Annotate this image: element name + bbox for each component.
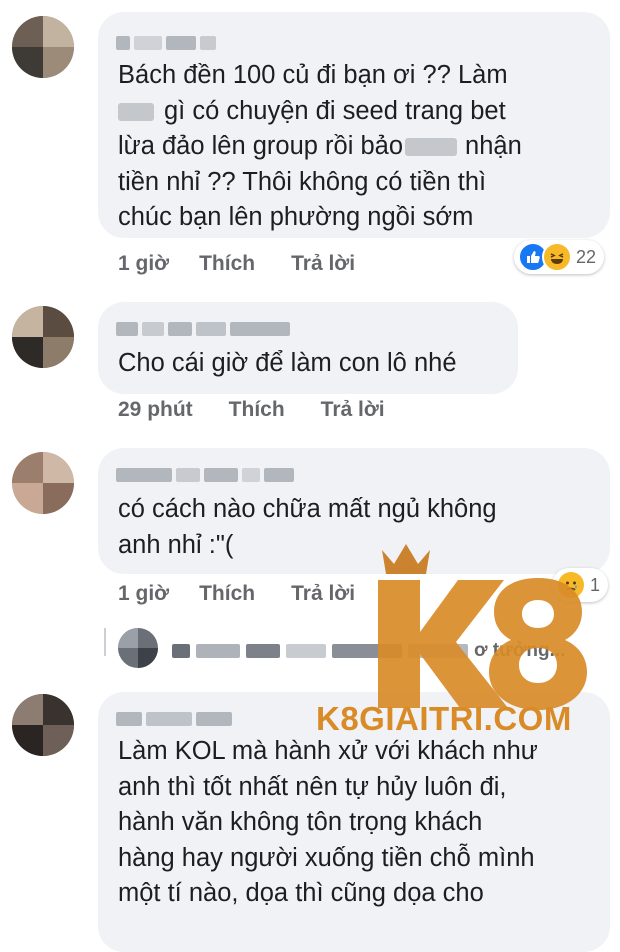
blurred-text xyxy=(405,138,458,156)
comment-text: Cho cái giờ để làm con lô nhé xyxy=(118,349,457,377)
commenter-name-blurred[interactable] xyxy=(116,318,290,340)
reply-thread-line xyxy=(104,628,106,656)
reply-preview[interactable]: ơ tưởng... xyxy=(172,640,565,662)
reply-preview-text: ơ tưởng... xyxy=(474,640,566,661)
reply-button[interactable]: Trả lời xyxy=(291,582,355,606)
reaction-count: 22 xyxy=(576,246,597,267)
like-button[interactable]: Thích xyxy=(229,398,285,422)
reaction-summary[interactable]: 22 xyxy=(514,240,605,274)
reply-button[interactable]: Trả lời xyxy=(321,398,385,422)
avatar[interactable] xyxy=(12,16,74,78)
comment-text: có cách nào chữa mất ngủ không anh nhỉ :… xyxy=(118,495,497,559)
reply-button[interactable]: Trả lời xyxy=(291,252,355,276)
commenter-name-blurred[interactable] xyxy=(116,32,216,54)
comment-text: Bách đền 100 củ đi bạn ơi ?? Làm gì có c… xyxy=(118,61,522,231)
reply-avatar[interactable] xyxy=(118,628,158,668)
comment-bubble: có cách nào chữa mất ngủ không anh nhỉ :… xyxy=(98,448,610,574)
commenter-name-blurred[interactable] xyxy=(116,708,232,730)
comment-actions: 29 phút Thích Trả lời xyxy=(118,398,385,422)
timestamp[interactable]: 1 giờ xyxy=(118,252,169,276)
avatar[interactable] xyxy=(12,306,74,368)
comment-actions: 1 giờ Thích Trả lời xyxy=(118,252,355,276)
blurred-text xyxy=(118,102,154,121)
avatar[interactable] xyxy=(12,694,74,756)
watermark-site-text: K8GIAITRI.COM xyxy=(316,700,572,737)
haha-icon xyxy=(542,242,572,272)
like-button[interactable]: Thích xyxy=(199,582,255,606)
comment-actions: 1 giờ Thích Trả lời xyxy=(118,582,355,606)
commenter-name-blurred[interactable] xyxy=(116,464,294,486)
timestamp[interactable]: 29 phút xyxy=(118,398,193,422)
reaction-count: 1 xyxy=(590,574,601,595)
timestamp[interactable]: 1 giờ xyxy=(118,582,169,606)
avatar[interactable] xyxy=(12,452,74,514)
like-button[interactable]: Thích xyxy=(199,252,255,276)
comment-bubble: Cho cái giờ để làm con lô nhé xyxy=(98,302,518,394)
sad-icon xyxy=(556,570,586,600)
comment-text: Làm KOL mà hành xử với khách như anh thì… xyxy=(118,737,538,907)
reaction-summary[interactable]: 1 xyxy=(552,568,609,602)
comment-bubble: Bách đền 100 củ đi bạn ơi ?? Làm gì có c… xyxy=(98,12,610,238)
